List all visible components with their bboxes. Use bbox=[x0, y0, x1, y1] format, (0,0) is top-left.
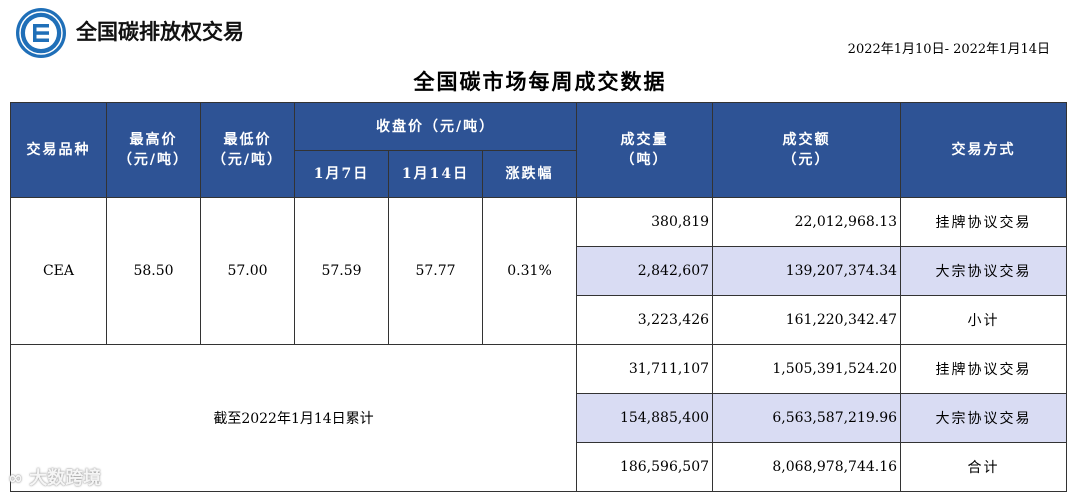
volume-cell: 186,596,507 bbox=[576, 442, 714, 492]
header-amount-unit: （元） bbox=[782, 152, 831, 168]
header-high-label: 最高价 bbox=[129, 132, 178, 148]
header-change: 涨跌幅 bbox=[481, 150, 578, 198]
method-cell: 挂牌协议交易 bbox=[900, 344, 1068, 394]
amount-cell: 139,207,374.34 bbox=[712, 246, 902, 296]
amount-cell: 1,505,391,524.20 bbox=[712, 344, 902, 394]
header-high: 最高价 （元/吨） bbox=[106, 102, 201, 198]
header-volume-label: 成交量 bbox=[620, 132, 669, 148]
header-amount-label: 成交额 bbox=[782, 132, 831, 148]
logo-icon bbox=[16, 8, 66, 58]
volume-cell: 2,842,607 bbox=[576, 246, 714, 296]
cea-high: 58.50 bbox=[106, 197, 201, 345]
cea-close-jan14: 57.77 bbox=[388, 197, 483, 345]
volume-cell: 380,819 bbox=[576, 197, 714, 247]
method-cell: 大宗协议交易 bbox=[900, 246, 1068, 296]
cea-product: CEA bbox=[10, 197, 107, 345]
watermark: ∞ 大数跨境 bbox=[8, 464, 101, 490]
header-amount: 成交额 （元） bbox=[712, 102, 902, 198]
amount-cell: 6,563,587,219.96 bbox=[712, 393, 902, 443]
header-low-unit: （元/吨） bbox=[211, 152, 284, 168]
header-low-label: 最低价 bbox=[223, 132, 272, 148]
table-row: CEA 58.50 57.00 57.59 57.77 0.31% 380,81… bbox=[10, 197, 1068, 345]
brand-title: 全国碳排放权交易 bbox=[76, 20, 244, 44]
date-range: 2022年1月10日- 2022年1月14日 bbox=[847, 42, 1050, 57]
amount-cell: 22,012,968.13 bbox=[712, 197, 902, 247]
table-row: 截至2022年1月14日累计 31,711,107 1,505,391,524.… bbox=[9, 344, 1068, 492]
weekly-trading-table: 交易品种 最高价 （元/吨） 最低价 （元/吨） 收盘价（元/吨） 成交量 （吨… bbox=[9, 102, 1068, 492]
header-close: 收盘价（元/吨） bbox=[293, 102, 578, 151]
volume-cell: 31,711,107 bbox=[576, 344, 714, 394]
cea-low: 57.00 bbox=[200, 197, 295, 345]
cea-change: 0.31% bbox=[481, 197, 578, 345]
header-close-jan14: 1月14日 bbox=[388, 150, 483, 198]
method-cell: 大宗协议交易 bbox=[900, 393, 1068, 443]
volume-cell: 3,223,426 bbox=[576, 295, 714, 345]
header-close-jan7: 1月7日 bbox=[294, 150, 389, 198]
method-cell: 挂牌协议交易 bbox=[900, 197, 1068, 247]
amount-cell: 8,068,978,744.16 bbox=[712, 442, 902, 492]
header-volume-unit: （吨） bbox=[620, 152, 669, 168]
volume-cell: 154,885,400 bbox=[576, 393, 714, 443]
method-cell: 小计 bbox=[900, 295, 1068, 345]
header-high-unit: （元/吨） bbox=[117, 152, 190, 168]
header-low: 最低价 （元/吨） bbox=[200, 102, 295, 198]
method-cell: 合计 bbox=[900, 442, 1068, 492]
header-volume: 成交量 （吨） bbox=[576, 102, 714, 198]
page-title: 全国碳市场每周成交数据 bbox=[413, 69, 667, 94]
header-product: 交易品种 bbox=[10, 102, 107, 198]
cea-close-jan7: 57.59 bbox=[294, 197, 389, 345]
amount-cell: 161,220,342.47 bbox=[712, 295, 902, 345]
watermark-text: 大数跨境 bbox=[29, 468, 102, 489]
header-method: 交易方式 bbox=[900, 102, 1068, 198]
watermark-logo-icon: ∞ bbox=[8, 468, 23, 489]
